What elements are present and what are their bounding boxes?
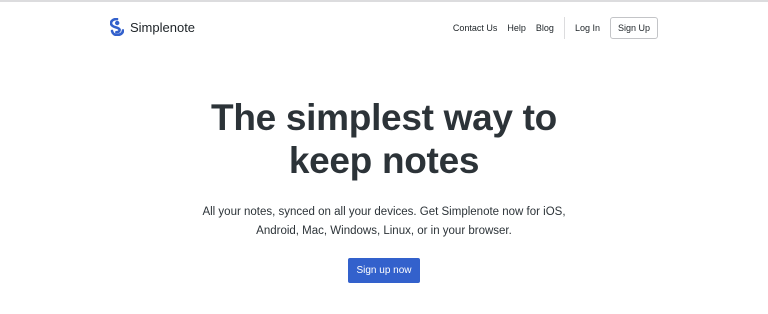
brand-name: Simplenote bbox=[130, 19, 196, 35]
hero-title-line-2: keep notes bbox=[288, 140, 480, 181]
nav-help-link[interactable]: Help bbox=[507, 23, 526, 33]
login-link[interactable]: Log In bbox=[575, 23, 600, 33]
signup-now-button[interactable]: Sign up now bbox=[348, 258, 420, 283]
hero-subtitle-line-1: All your notes, synced on all your devic… bbox=[202, 206, 566, 218]
hero-title-line-1: The simplest way to bbox=[211, 97, 557, 138]
hero-subtitle: All your notes, synced on all your devic… bbox=[0, 203, 768, 241]
hero-title: The simplest way to keep notes bbox=[0, 96, 768, 182]
hero-subtitle-line-2: Android, Mac, Windows, Linux, or in your… bbox=[256, 225, 512, 237]
nav-blog-link[interactable]: Blog bbox=[536, 23, 554, 33]
simplenote-logo-icon bbox=[109, 17, 125, 37]
nav-contact-link[interactable]: Contact Us bbox=[453, 23, 498, 33]
signup-nav-button[interactable]: Sign Up bbox=[609, 17, 658, 39]
site-header: Simplenote Contact Us Help Blog Log In S… bbox=[0, 2, 768, 50]
nav-divider bbox=[563, 17, 565, 39]
brand-link[interactable]: Simplenote bbox=[109, 16, 196, 38]
main-nav: Contact Us Help Blog Log In Sign Up bbox=[453, 16, 658, 40]
